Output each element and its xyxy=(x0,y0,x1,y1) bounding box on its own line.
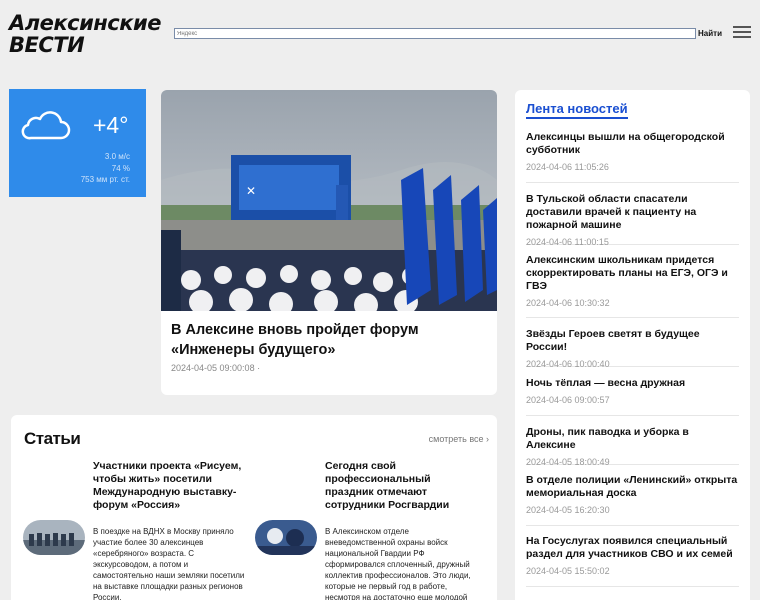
news-item[interactable]: На Госуслугах появился специальный разде… xyxy=(526,535,739,587)
site-logo[interactable]: Алексинские ВЕСТИ xyxy=(9,11,161,57)
weather-temperature: +4° xyxy=(93,112,129,138)
news-item-title[interactable]: Алексинским школьникам придется скоррект… xyxy=(526,254,739,293)
news-item-title[interactable]: Звёзды Героев светят в будущее России! xyxy=(526,328,739,354)
news-item[interactable]: Звёзды Героев светят в будущее России! 2… xyxy=(526,328,739,369)
news-item-date: 2024-04-05 15:50:02 xyxy=(526,566,610,576)
news-item-date: 2024-04-06 10:30:32 xyxy=(526,298,610,308)
news-feed: Лента новостей Алексинцы вышли на общего… xyxy=(515,90,750,600)
news-item[interactable]: В отделе полиции «Ленинский» открыта мем… xyxy=(526,474,739,526)
news-item-title[interactable]: В Тульской области спасатели доставили в… xyxy=(526,193,739,232)
weather-widget: +4° 3.0 м/с 74 % 753 мм рт. ст. xyxy=(9,89,146,197)
featured-photo[interactable]: ✕ xyxy=(161,90,497,311)
svg-text:✕: ✕ xyxy=(246,184,256,198)
news-item-date: 2024-04-06 10:00:40 xyxy=(526,359,610,369)
news-item-title[interactable]: Алексинцы вышли на общегородской субботн… xyxy=(526,131,739,157)
news-item-title[interactable]: На Госуслугах появился специальный разде… xyxy=(526,535,739,561)
search-button[interactable]: Найти xyxy=(697,27,723,40)
article-excerpt: В поездке на ВДНХ в Москву приняло участ… xyxy=(93,527,245,600)
weather-wind: 3.0 м/с xyxy=(104,152,130,161)
search-input[interactable] xyxy=(174,28,696,39)
article-card[interactable]: Участники проекта «Рисуем, чтобы жить» п… xyxy=(23,460,248,600)
news-item[interactable]: Дроны, пик паводка и уборка в Алексине 2… xyxy=(526,426,739,467)
article-excerpt: В Алексинском отделе вневедомственной ох… xyxy=(325,527,471,600)
articles-section: Статьи смотреть все › Участники проекта … xyxy=(11,415,497,600)
article-title[interactable]: Участники проекта «Рисуем, чтобы жить» п… xyxy=(93,460,243,512)
news-item[interactable]: Алексинцы вышли на общегородской субботн… xyxy=(526,131,739,183)
logo-line-2: ВЕСТИ xyxy=(9,33,85,57)
weather-humidity: 74 % xyxy=(111,164,130,173)
cloud-icon xyxy=(21,111,71,140)
news-item-title[interactable]: В отделе полиции «Ленинский» открыта мем… xyxy=(526,474,739,500)
news-item[interactable]: В Тульской области спасатели доставили в… xyxy=(526,193,739,247)
featured-date: 2024-04-05 09:00:08 · xyxy=(171,363,261,373)
logo-line-1: Алексинские xyxy=(9,11,161,35)
news-item-date: 2024-04-06 09:00:57 xyxy=(526,395,610,405)
news-item[interactable]: Ночь тёплая — весна дружная 2024-04-06 0… xyxy=(526,377,739,416)
hamburger-menu-icon[interactable] xyxy=(733,26,751,40)
news-item-date: 2024-04-06 11:05:26 xyxy=(526,162,609,172)
news-feed-title[interactable]: Лента новостей xyxy=(526,101,628,119)
news-item-title[interactable]: Дроны, пик паводка и уборка в Алексине xyxy=(526,426,739,452)
article-title[interactable]: Сегодня свой профессиональный праздник о… xyxy=(325,460,475,512)
site-header: Алексинские ВЕСТИ Найти xyxy=(0,0,760,70)
articles-title: Статьи xyxy=(24,429,81,448)
article-thumbnail[interactable] xyxy=(23,520,85,555)
news-item-date: 2024-04-05 16:20:30 xyxy=(526,505,610,515)
news-item-date: 2024-04-05 18:00:49 xyxy=(526,457,610,467)
article-thumbnail[interactable] xyxy=(255,520,317,555)
news-item-title[interactable]: Ночь тёплая — весна дружная xyxy=(526,377,739,390)
news-item[interactable]: Алексинским школьникам придется скоррект… xyxy=(526,254,739,318)
weather-pressure: 753 мм рт. ст. xyxy=(80,175,130,184)
featured-article[interactable]: ✕ В Алексине вновь пройдет форум «Инжене… xyxy=(161,90,497,395)
article-card[interactable]: Сегодня свой профессиональный праздник о… xyxy=(255,460,480,600)
articles-see-all-link[interactable]: смотреть все › xyxy=(429,434,489,444)
featured-title[interactable]: В Алексине вновь пройдет форум «Инженеры… xyxy=(171,320,487,360)
news-item-date: 2024-04-06 11:00:15 xyxy=(526,237,609,247)
